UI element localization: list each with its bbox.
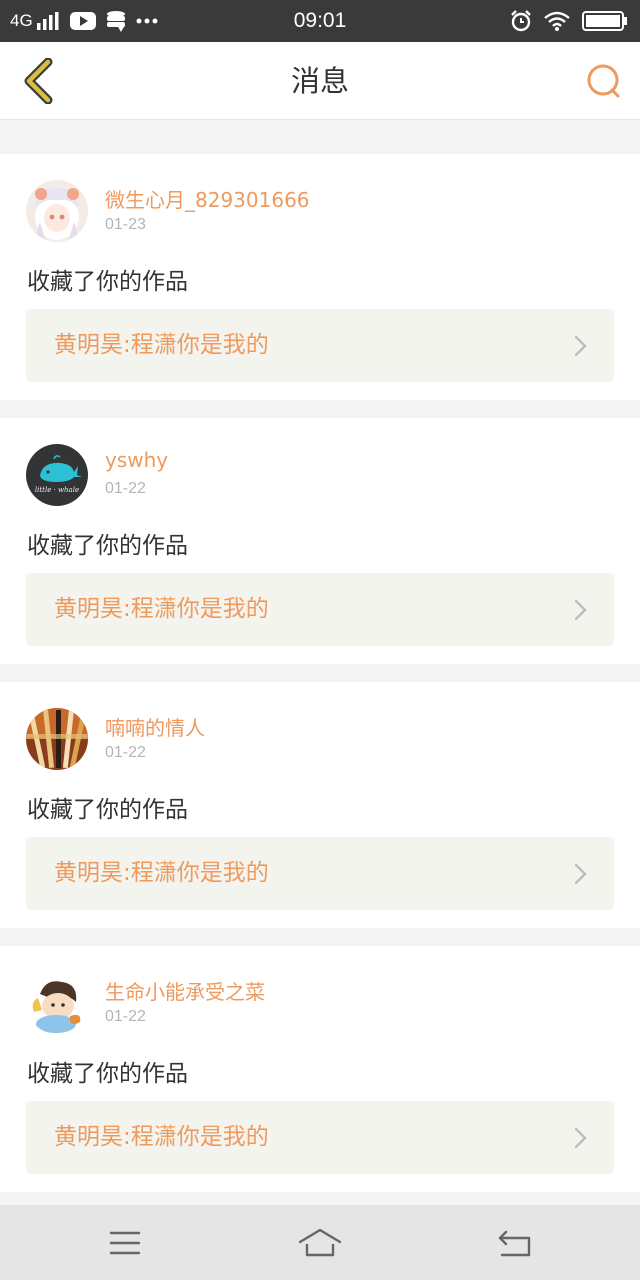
system-nav-bar: [0, 1205, 640, 1280]
message-card: 喃喃的情人 01-22 收藏了你的作品 黄明昊:程潇你是我的: [0, 682, 640, 928]
avatar[interactable]: little · whale: [26, 444, 88, 506]
svg-text:little · whale: little · whale: [35, 486, 79, 494]
menu-icon: [109, 1231, 141, 1255]
anime-girl-avatar-icon: [26, 180, 88, 242]
message-action: 收藏了你的作品: [27, 1061, 188, 1087]
chevron-right-icon: [574, 599, 587, 621]
message-card: little · whale yswhy 01-22 收藏了你的作品 黄明昊:程…: [0, 418, 640, 664]
message-action: 收藏了你的作品: [27, 269, 188, 295]
work-link[interactable]: 黄明昊:程潇你是我的: [26, 1101, 614, 1174]
wifi-icon: [544, 11, 570, 31]
username[interactable]: 微生心月_829301666: [105, 184, 310, 213]
message-date: 01-23: [105, 216, 146, 233]
work-link[interactable]: 黄明昊:程潇你是我的: [26, 573, 614, 646]
status-bar: 4G 09:01: [0, 0, 640, 42]
system-back-button[interactable]: [485, 1223, 545, 1263]
message-action: 收藏了你的作品: [27, 533, 188, 559]
messages-screen: 4G 09:01 消息 微生心月_829301666 01-23 收藏了你的作品…: [0, 0, 640, 1280]
work-title: 黄明昊:程潇你是我的: [54, 860, 269, 886]
home-button[interactable]: [290, 1223, 350, 1263]
status-right: [510, 0, 628, 42]
message-card: 生命小能承受之菜 01-22 收藏了你的作品 黄明昊:程潇你是我的: [0, 946, 640, 1192]
work-title: 黄明昊:程潇你是我的: [54, 1124, 269, 1150]
work-link[interactable]: 黄明昊:程潇你是我的: [26, 837, 614, 910]
search-icon: [587, 64, 620, 98]
message-date: 01-22: [105, 1008, 146, 1025]
alarm-icon: [510, 10, 532, 32]
chevron-right-icon: [574, 1127, 587, 1149]
message-action: 收藏了你的作品: [27, 797, 188, 823]
whale-avatar-icon: little · whale: [26, 444, 88, 506]
menu-button[interactable]: [95, 1223, 155, 1263]
back-arrow-icon: [498, 1230, 531, 1257]
cartoon-avatar-icon: [26, 972, 88, 1034]
message-date: 01-22: [105, 744, 146, 761]
work-title: 黄明昊:程潇你是我的: [54, 332, 269, 358]
brushes-avatar-icon: [26, 708, 88, 770]
username[interactable]: 喃喃的情人: [105, 712, 205, 741]
page-title: 消息: [290, 64, 349, 98]
chevron-right-icon: [574, 863, 587, 885]
message-date: 01-22: [105, 480, 146, 497]
avatar[interactable]: [26, 708, 88, 770]
chevron-right-icon: [574, 335, 587, 357]
search-button[interactable]: [582, 59, 626, 103]
avatar[interactable]: [26, 180, 88, 242]
home-icon: [298, 1228, 342, 1257]
app-header: 消息: [0, 42, 640, 120]
username[interactable]: 生命小能承受之菜: [105, 976, 265, 1005]
username[interactable]: yswhy: [105, 448, 168, 472]
message-card: 微生心月_829301666 01-23 收藏了你的作品 黄明昊:程潇你是我的: [0, 154, 640, 400]
work-link[interactable]: 黄明昊:程潇你是我的: [26, 309, 614, 382]
battery-icon: [582, 11, 628, 31]
avatar[interactable]: [26, 972, 88, 1034]
work-title: 黄明昊:程潇你是我的: [54, 596, 269, 622]
